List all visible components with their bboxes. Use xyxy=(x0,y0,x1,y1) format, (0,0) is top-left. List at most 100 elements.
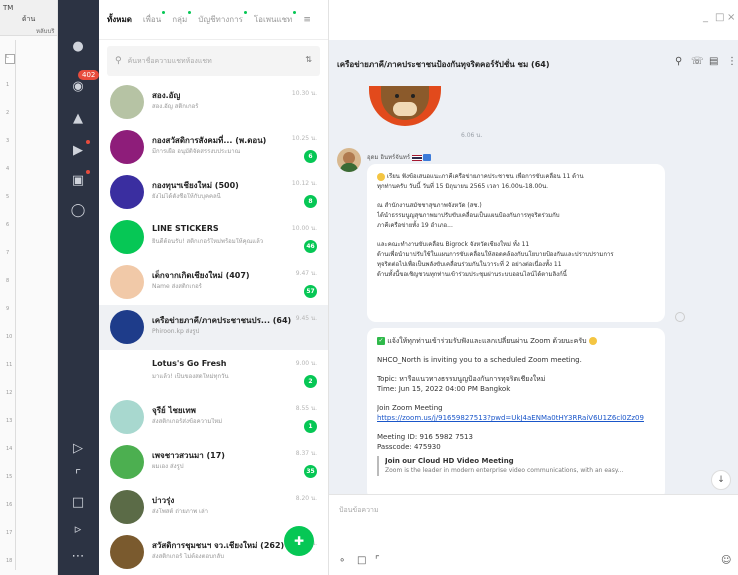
message-input-area[interactable]: ป้อนข้อความ ∘ □ ⌜ ☺ xyxy=(329,494,738,575)
chat-search-box[interactable]: ⚲ ค้นหาชื่อความแชทห้องแชท ⇅ xyxy=(107,46,320,76)
background-app-label: หลับบริ xyxy=(36,28,55,35)
chat-name: สอง.อัญ xyxy=(152,91,181,100)
chat-list-item[interactable]: Lotus's Go Fresh มาแล้ว! เป็นของสดใหม่ทุก… xyxy=(99,350,328,395)
share-icon[interactable]: ▹ xyxy=(68,519,88,539)
chat-list-item[interactable]: เครือข่ายภาคี/ภาคประชาชนปร... (64) Phiroo… xyxy=(99,305,328,350)
chat-preview: Name ส่งสติกเกอร์ xyxy=(152,283,202,290)
openchat-icon[interactable]: ◯ xyxy=(68,200,88,220)
ruler-tick: 12 xyxy=(6,390,13,396)
chat-list-item[interactable]: สอง.อัญ สอง.อัญ สติ๊กเกอร์ 10.30 น. xyxy=(99,80,328,125)
ruler-tick: 6 xyxy=(6,222,10,228)
message-text: ทุจริตต่อไปเพื่อเป็นพลังขับเคลื่อนร่วมกั… xyxy=(377,261,562,268)
bookmark-icon[interactable]: □ xyxy=(68,492,88,512)
unread-count-badge: 6 xyxy=(304,150,317,163)
sticker-muzzle xyxy=(393,102,417,116)
chat-preview: มาแล้ว! เป็นของสดใหม่ทุกวัน xyxy=(152,373,229,380)
tab-friends[interactable]: เพื่อน xyxy=(142,11,166,26)
crop-icon[interactable]: ⌜ xyxy=(68,465,88,485)
sticker-eye xyxy=(411,94,415,98)
close-button[interactable]: × xyxy=(727,12,735,23)
keep-icon[interactable]: ▶ xyxy=(68,140,88,160)
search-icon: ⚲ xyxy=(115,56,122,66)
unread-count-badge: 2 xyxy=(304,375,317,388)
message-area[interactable]: 6.06 น. อุดม อินทร์จันทร์ เรียน ฟังข้อเส… xyxy=(329,86,738,494)
unread-count-badge: 8 xyxy=(304,195,317,208)
tab-all[interactable]: ทั้งหมด xyxy=(107,13,132,26)
notification-dot xyxy=(86,170,90,174)
sort-icon[interactable]: ⇅ xyxy=(305,55,312,64)
friends-icon[interactable]: ● xyxy=(68,36,88,56)
chat-plus-icon[interactable]: ✚ xyxy=(284,526,314,556)
crop-icon[interactable]: ⌜ xyxy=(375,555,380,566)
message-line: และคณะทำงานขับเคลื่อน Bigrock จังหวัดเชี… xyxy=(377,240,655,280)
bookmark-icon[interactable]: □ xyxy=(357,555,366,566)
scroll-down-icon[interactable]: ↓ xyxy=(711,470,731,490)
check-icon: ✓ xyxy=(377,337,385,345)
chat-name: LINE STICKERS xyxy=(152,224,219,233)
background-app-label: TM xyxy=(3,4,14,12)
chat-list-item[interactable]: กองทุนฯเชียงใหม่ (500) ยังไม่ได้ตั้งชื่อใ… xyxy=(99,170,328,215)
ruler-tick: 16 xyxy=(6,502,13,508)
search-icon[interactable]: ⚲ xyxy=(675,56,682,67)
sender-name: อุดม อินทร์จันทร์ xyxy=(367,152,432,162)
ruler-tick: L xyxy=(6,54,9,60)
tab-openchat[interactable]: โอเพนแชท xyxy=(254,11,297,26)
unread-count-badge: 46 xyxy=(304,240,317,253)
tab-label: บัญชีทางการ xyxy=(198,15,243,24)
tab-groups[interactable]: กลุ่ม xyxy=(172,11,192,26)
avatar xyxy=(110,175,144,209)
more-icon[interactable]: ⋯ xyxy=(68,546,88,566)
avatar[interactable] xyxy=(337,148,361,172)
chat-time: 8.20 น. xyxy=(295,495,317,502)
chat-preview: ส่งสติกเกอร์ ไม่ต้องตอบกลับ xyxy=(152,553,225,560)
ruler-tick: 13 xyxy=(6,418,13,424)
avatar-body xyxy=(340,163,358,172)
chat-list-item[interactable]: บ่าวรุ่ง ส่งโพสต์ ถ่ายภาพ เล่า 8.20 น. xyxy=(99,485,328,530)
message-text: แจ้งให้ทุกท่านเข้าร่วมรับฟังและแลกเปลี่ย… xyxy=(387,337,587,345)
link-preview-card[interactable]: Join our Cloud HD Video Meeting Zoom is … xyxy=(377,456,655,476)
ruler-tick: 2 xyxy=(6,110,10,116)
chat-time: 10.25 น. xyxy=(291,135,317,142)
unread-count-badge: 35 xyxy=(304,465,317,478)
tab-official-accounts[interactable]: บัญชีทางการ xyxy=(198,11,247,26)
ruler-tick: 8 xyxy=(6,278,10,284)
chat-preview: สอง.อัญ สติ๊กเกอร์ xyxy=(152,103,199,110)
minimize-button[interactable]: _ xyxy=(703,12,708,23)
emoji-icon[interactable]: ☺ xyxy=(721,555,731,566)
message-bubble[interactable]: ✓ แจ้งให้ทุกท่านเข้าร่วมรับฟังและแลกเปลี… xyxy=(367,328,665,494)
ruler-tick: 7 xyxy=(6,250,10,256)
maximize-button[interactable]: □ xyxy=(715,12,724,23)
unread-chats-badge: 402 xyxy=(78,70,100,80)
window-titlebar: _ □ × xyxy=(329,0,738,40)
filter-settings-icon[interactable]: ≡ xyxy=(303,15,311,25)
chat-list-item[interactable]: กองสวัสดิการสังคมที่... (พ.ดอน) มีการเผื่… xyxy=(99,125,328,170)
add-friend-icon[interactable]: ▲ xyxy=(68,108,88,128)
reaction-icon[interactable] xyxy=(675,312,685,322)
media-icon[interactable]: ▷ xyxy=(68,438,88,458)
chat-preview: ส่งสติกเกอร์ส่งข้อความใหม่ xyxy=(152,418,223,425)
chat-list-item[interactable]: เพจชาวสวนมา (17) ผมเอง ส่งรูป 8.37 น. 35 xyxy=(99,440,328,485)
message-bubble[interactable]: เรียน ฟังข้อเสนอแนะภาคีเครือข่ายภาคประชา… xyxy=(367,164,665,322)
chat-list-item[interactable]: เด็กจากเกิดเชียงใหม่ (407) Name ส่งสติกเก… xyxy=(99,260,328,305)
chat-time: 9.00 น. xyxy=(295,360,317,367)
tab-label: เพื่อน xyxy=(142,15,162,24)
link-preview-title: Join our Cloud HD Video Meeting xyxy=(385,457,514,465)
notes-icon[interactable]: ▤ xyxy=(709,56,718,67)
zoom-link[interactable]: https://zoom.us/j/91659827513?pwd=UkJ4aE… xyxy=(377,413,655,423)
more-icon[interactable]: ⋮ xyxy=(727,56,737,67)
message-text: ได้นำธรรมนูญสุขภาพมาปรับขับเคลื่อนเป็นแผ… xyxy=(377,212,560,219)
attach-icon[interactable]: ∘ xyxy=(339,555,345,566)
chat-preview: มีการเผื่อ อนุมัติจัดสรรงบประมาณ xyxy=(152,148,241,155)
nav-rail: ● ◉ 402 ▲ ▶ ▣ ◯ ▷ ⌜ □ ▹ ⋯ xyxy=(58,0,100,575)
notes-icon[interactable]: ▣ xyxy=(68,170,88,190)
chat-room-title[interactable]: เครือข่ายภาคี/ภาคประชาชนป้องกันทุจริตคอร… xyxy=(337,58,549,71)
chat-list-item[interactable]: LINE STICKERS ยินดีต้อนรับ! สติ๊กเกอร์ใหม… xyxy=(99,215,328,260)
chat-name: เครือข่ายภาคี/ภาคประชาชนปร... (64) xyxy=(152,316,292,325)
ruler-tick: 18 xyxy=(6,558,13,564)
chat-time: 10.12 น. xyxy=(291,180,317,187)
message-line: เรียน ฟังข้อเสนอแนะภาคีเครือข่ายภาคประชา… xyxy=(377,172,655,192)
call-icon[interactable]: ☏ xyxy=(691,56,704,67)
chat-name: Lotus's Go Fresh xyxy=(152,359,227,368)
chat-list-item[interactable]: จุรีย์ ไชยเทพ ส่งสติกเกอร์ส่งข้อความใหม่ 8… xyxy=(99,395,328,440)
avatar xyxy=(110,490,144,524)
